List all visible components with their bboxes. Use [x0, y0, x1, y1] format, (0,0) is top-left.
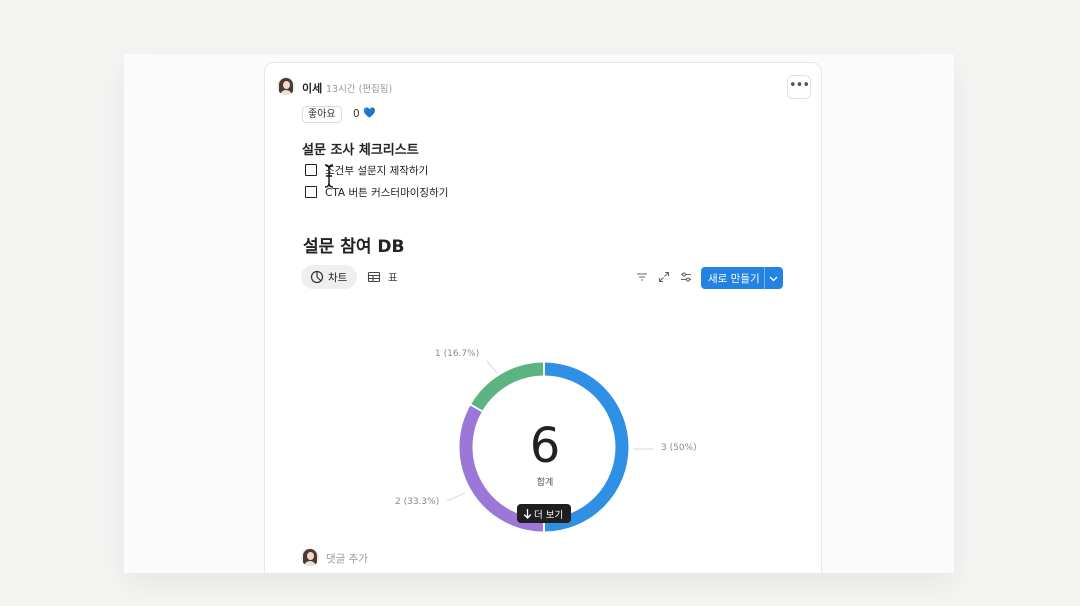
pie-chart-icon [310, 270, 324, 284]
settings-sliders-icon[interactable] [680, 271, 692, 283]
show-more-button[interactable]: 더 보기 [517, 504, 571, 523]
commenter-avatar [301, 548, 319, 566]
new-item-button[interactable]: 새로 만들기 [701, 267, 783, 289]
ellipsis-icon: ••• [788, 78, 810, 93]
slice-label: 2 (33.3%) [395, 497, 440, 507]
chart-total-label: 합계 [536, 478, 554, 488]
database-title: 설문 참여 DB [303, 237, 405, 257]
text-cursor-icon [324, 164, 334, 188]
arrow-down-icon [523, 509, 532, 519]
author-name[interactable]: 이세 [302, 80, 322, 96]
heart-icon: 💙 [363, 108, 376, 119]
more-options-button[interactable]: ••• [787, 75, 811, 99]
post-timestamp: 13시간 (편집됨) [326, 84, 393, 95]
filter-icon[interactable] [636, 271, 648, 283]
table-icon [367, 271, 381, 283]
expand-icon[interactable] [658, 271, 670, 283]
show-more-label: 더 보기 [534, 510, 564, 521]
tab-table-label: 표 [388, 272, 398, 284]
slice-label: 1 (16.7%) [435, 349, 480, 359]
add-comment-input[interactable]: 댓글 추가 [326, 551, 368, 566]
leader-line [446, 492, 466, 502]
checkbox[interactable] [305, 186, 317, 198]
leader-line [486, 360, 498, 374]
author-avatar[interactable] [277, 77, 295, 95]
chart-total-value: 6 [529, 418, 561, 474]
like-count: 0 [353, 108, 360, 120]
app-stage: 이세 13시간 (편집됨) ••• 좋아요 0 💙 설문 조사 체크리스트 조건… [124, 54, 954, 573]
tab-chart-label: 차트 [328, 272, 348, 284]
like-button[interactable]: 좋아요 [302, 106, 342, 123]
donut-chart: 6 합계 1 (16.7%) 3 (50%) 2 (33.3%) [265, 333, 823, 533]
checkbox[interactable] [305, 164, 317, 176]
donut-slice[interactable] [471, 362, 544, 411]
new-item-label: 새로 만들기 [708, 273, 760, 285]
checklist-title: 설문 조사 체크리스트 [302, 143, 419, 158]
slice-label: 3 (50%) [661, 443, 697, 453]
chevron-down-icon[interactable] [768, 273, 779, 284]
tab-chart[interactable]: 차트 [301, 265, 357, 289]
checklist-item-label[interactable]: CTA 버튼 커스터마이징하기 [325, 185, 448, 200]
post-card: 이세 13시간 (편집됨) ••• 좋아요 0 💙 설문 조사 체크리스트 조건… [264, 62, 822, 573]
checklist-item-label[interactable]: 조건부 설문지 제작하기 [325, 163, 428, 178]
